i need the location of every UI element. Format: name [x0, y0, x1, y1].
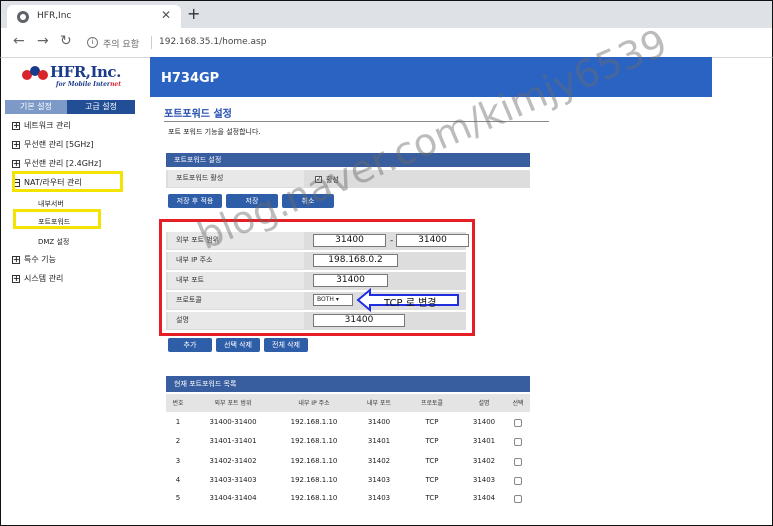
forward-icon[interactable]: → — [37, 33, 49, 49]
favicon-icon — [17, 11, 29, 23]
tab-basic-settings[interactable]: 기본 설정 — [5, 100, 67, 114]
row-internal-port: 31403 — [367, 476, 391, 484]
row-internal-port: 31400 — [367, 418, 391, 426]
row-protocol: TCP — [425, 494, 439, 502]
url-text[interactable]: 192.168.35.1/home.asp — [159, 37, 266, 47]
column-header: 내부 포트 — [367, 400, 391, 407]
tab-title: HFR,Inc — [37, 11, 72, 21]
column-header: 내부 IP 주소 — [298, 400, 330, 407]
header-band — [150, 57, 712, 97]
row-description: 31401 — [472, 437, 496, 445]
add-button[interactable]: 추가 — [168, 338, 212, 352]
red-highlight-box — [159, 219, 475, 336]
sidebar-subitem-dmz[interactable]: DMZ 설정 — [38, 237, 69, 247]
delete-selected-button[interactable]: 선택 삭제 — [216, 338, 260, 352]
browser-tab-bar: HFR,Inc ✕ + — [0, 0, 773, 29]
row-ext-port: 31400-31400 — [209, 418, 257, 426]
title-divider — [164, 121, 549, 122]
reload-icon[interactable]: ↻ — [60, 33, 72, 49]
page-description: 포트 포워드 기능을 설정합니다. — [168, 128, 261, 136]
sidebar-tabs: 기본 설정 고급 설정 — [5, 100, 135, 114]
row-ext-port: 31404-31404 — [209, 494, 257, 502]
column-header: 번호 — [172, 400, 184, 407]
browser-tab[interactable]: HFR,Inc ✕ — [7, 5, 181, 29]
tagline-prefix: for Mobile Inter — [56, 81, 111, 88]
model-name: H734GP — [161, 71, 220, 86]
row-description: 31402 — [472, 457, 496, 465]
row-protocol: TCP — [425, 476, 439, 484]
yellow-highlight-port-forward — [13, 209, 101, 229]
tagline-suffix: net — [110, 81, 122, 88]
save-apply-button[interactable]: 저장 후 적용 — [168, 194, 222, 208]
row-select-checkbox[interactable] — [514, 419, 522, 427]
row-number: 3 — [175, 457, 181, 465]
row-ext-port: 31401-31401 — [209, 437, 257, 445]
column-header: 설명 — [478, 400, 490, 407]
row-number: 1 — [175, 418, 181, 426]
new-tab-button[interactable]: + — [187, 4, 200, 23]
hfr-logo-icon — [22, 66, 48, 84]
save-button[interactable]: 저장 — [226, 194, 278, 208]
expand-icon: + — [12, 121, 20, 130]
omnibox[interactable]: i 주의 요함 192.168.35.1/home.asp — [81, 33, 767, 53]
column-header: 외부 포트 범위 — [214, 400, 252, 407]
sidebar-item-label: 무선랜 관리 [5GHz] — [24, 140, 94, 149]
row-internal-port: 31402 — [367, 457, 391, 465]
row-number: 5 — [175, 494, 181, 502]
row-select-checkbox[interactable] — [514, 458, 522, 466]
row-description: 31404 — [472, 494, 496, 502]
row-internal-ip: 192.168.1.10 — [290, 457, 338, 465]
callout-text: TCP 로 변경 — [384, 298, 437, 309]
back-icon[interactable]: ← — [13, 33, 25, 49]
tab-advanced-settings[interactable]: 고급 설정 — [67, 100, 135, 114]
column-header: 선택 — [512, 400, 524, 407]
info-icon[interactable]: i — [87, 37, 98, 48]
row-ext-port: 31403-31403 — [209, 476, 257, 484]
sidebar-item-label: 무선랜 관리 [2.4GHz] — [24, 159, 102, 168]
enable-label: 포트포워드 활성 — [168, 170, 304, 187]
row-protocol: TCP — [425, 437, 439, 445]
row-internal-ip: 192.168.1.10 — [290, 418, 338, 426]
sidebar-item-label: 네트워크 관리 — [24, 121, 71, 130]
row-protocol: TCP — [425, 457, 439, 465]
row-select-checkbox[interactable] — [514, 495, 522, 503]
row-select-checkbox[interactable] — [514, 477, 522, 485]
row-internal-ip: 192.168.1.10 — [290, 437, 338, 445]
column-header: 프로토콜 — [420, 400, 444, 407]
sidebar-item-label: 특수 기능 — [24, 255, 56, 264]
page-title: 포트포워드 설정 — [164, 109, 232, 120]
brand-name: HFR,Inc. — [50, 63, 121, 81]
enable-checkbox[interactable]: ✓ — [315, 176, 322, 183]
sidebar-subitem-internal-server[interactable]: 내부서버 — [38, 199, 64, 209]
list-columns: 번호 외부 포트 범위 내부 IP 주소 내부 포트 프로토콜 설명 선택 — [166, 394, 530, 412]
row-internal-port: 31403 — [367, 494, 391, 502]
row-number: 2 — [175, 437, 181, 445]
close-tab-icon[interactable]: ✕ — [161, 8, 171, 22]
enable-text: 활성 — [326, 176, 339, 184]
expand-icon: + — [12, 274, 20, 283]
expand-icon: + — [12, 255, 20, 264]
row-internal-ip: 192.168.1.10 — [290, 494, 338, 502]
list-header: 현재 포트포워드 목록 — [166, 376, 530, 392]
row-description: 31400 — [472, 418, 496, 426]
delete-all-button[interactable]: 전체 삭제 — [264, 338, 308, 352]
cancel-button[interactable]: 취소 — [282, 194, 334, 208]
sidebar-item-label: 시스템 관리 — [24, 274, 64, 283]
yellow-highlight-nat — [12, 171, 123, 192]
settings-header: 포트포워드 설정 — [166, 153, 530, 167]
row-select-checkbox[interactable] — [514, 438, 522, 446]
row-internal-port: 31401 — [367, 437, 391, 445]
row-description: 31403 — [472, 476, 496, 484]
row-protocol: TCP — [425, 418, 439, 426]
row-internal-ip: 192.168.1.10 — [290, 476, 338, 484]
expand-icon: + — [12, 159, 20, 168]
address-bar: ← → ↻ i 주의 요함 192.168.35.1/home.asp — [0, 28, 773, 58]
expand-icon: + — [12, 140, 20, 149]
row-ext-port: 31402-31402 — [209, 457, 257, 465]
row-number: 4 — [175, 476, 181, 484]
brand-tagline: for Mobile Internet — [56, 81, 121, 88]
security-status: 주의 요함 — [103, 40, 139, 50]
omnibox-divider — [151, 36, 152, 49]
